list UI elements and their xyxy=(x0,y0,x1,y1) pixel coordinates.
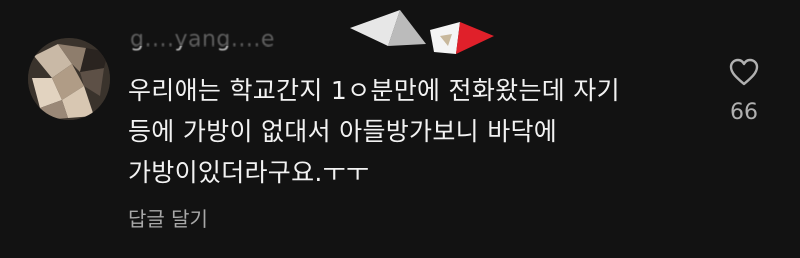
avatar-image xyxy=(28,38,110,120)
like-count: 66 xyxy=(730,100,758,125)
reply-button[interactable]: 답글 달기 xyxy=(128,205,208,233)
comment-text-line: 등에 가방이 없대서 아들방가보니 바닥에 xyxy=(128,117,558,146)
avatar[interactable] xyxy=(28,38,110,120)
username-row: g....yang....e xyxy=(130,10,550,54)
comment-text: 우리애는 학교간지 1ㅇ분만에 전화왔는데 자기 등에 가방이 없대서 아들방가… xyxy=(128,70,718,193)
comment-text-line: 우리애는 학교간지 1ㅇ분만에 전화왔는데 자기 xyxy=(128,76,620,105)
heart-outline-icon[interactable] xyxy=(729,58,759,86)
redaction-scribble xyxy=(350,10,494,54)
like-section: 66 xyxy=(718,58,770,126)
comment-text-line: 가방이있더라구요.ㅜㅜ xyxy=(128,158,370,187)
comment-item: g....yang....e 우리애는 학교간지 1ㅇ분만에 전화왔는데 자기 … xyxy=(0,0,800,258)
